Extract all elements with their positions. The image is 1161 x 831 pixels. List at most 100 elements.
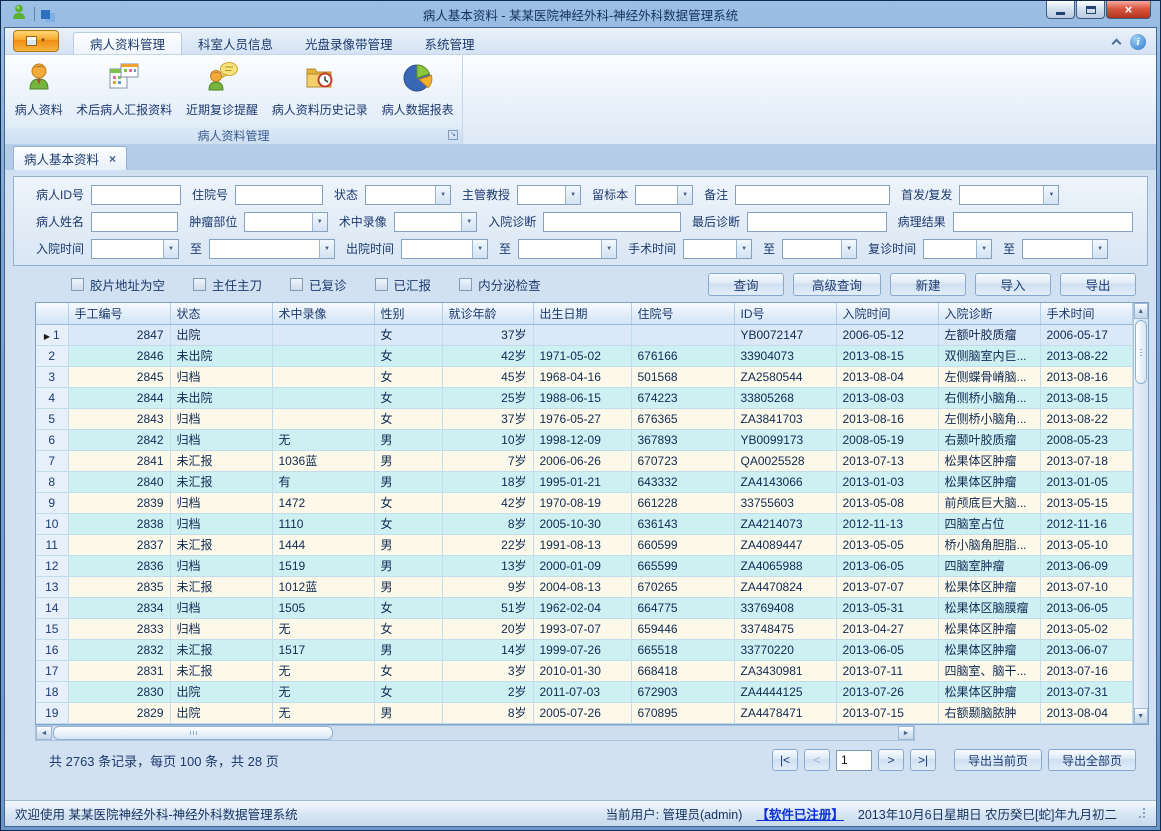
- advanced-query-button[interactable]: 高级查询: [793, 273, 881, 296]
- cell[interactable]: ZA4089447: [734, 534, 836, 555]
- table-row[interactable]: 172831未汇报无女3岁2010-01-30668418ZA343098120…: [36, 660, 1132, 681]
- discharge-date-to-combo[interactable]: ▼: [518, 239, 617, 259]
- cell[interactable]: 18岁: [442, 471, 533, 492]
- scrollbar-track[interactable]: [334, 726, 898, 740]
- cell[interactable]: 2013-05-31: [836, 597, 938, 618]
- cell[interactable]: 2846: [68, 345, 170, 366]
- export-current-page-button[interactable]: 导出当前页: [954, 749, 1042, 771]
- minimize-button[interactable]: [1046, 1, 1075, 19]
- cell[interactable]: 出院: [170, 702, 272, 723]
- ribbon-collapse-icon[interactable]: [1112, 39, 1122, 49]
- cell[interactable]: [272, 408, 374, 429]
- cell[interactable]: 1995-01-21: [533, 471, 631, 492]
- cell[interactable]: 8岁: [442, 513, 533, 534]
- cell[interactable]: 女: [374, 387, 442, 408]
- cell[interactable]: 42岁: [442, 492, 533, 513]
- cell[interactable]: 1517: [272, 639, 374, 660]
- row-indicator[interactable]: 16: [36, 639, 68, 660]
- cell[interactable]: 22岁: [442, 534, 533, 555]
- cell[interactable]: 未汇报: [170, 534, 272, 555]
- first-page-button[interactable]: |<: [772, 749, 798, 771]
- cell[interactable]: 女: [374, 681, 442, 702]
- admission-diagnosis-input[interactable]: [543, 212, 681, 232]
- cell[interactable]: 女: [374, 597, 442, 618]
- cell[interactable]: 前颅底巨大脑...: [938, 492, 1040, 513]
- cell[interactable]: 676166: [631, 345, 734, 366]
- cell[interactable]: 归档: [170, 366, 272, 387]
- cell[interactable]: 男: [374, 639, 442, 660]
- cell[interactable]: 无: [272, 660, 374, 681]
- cell[interactable]: 1519: [272, 555, 374, 576]
- professor-combo[interactable]: ▼: [517, 185, 581, 205]
- cell[interactable]: 665599: [631, 555, 734, 576]
- cell[interactable]: 2010-01-30: [533, 660, 631, 681]
- cell[interactable]: QA0025528: [734, 450, 836, 471]
- cell[interactable]: 2013-08-15: [1040, 387, 1132, 408]
- cell[interactable]: 7岁: [442, 450, 533, 471]
- endocrine-exam-checkbox[interactable]: 内分泌检查: [459, 275, 541, 294]
- pathology-result-input[interactable]: [953, 212, 1133, 232]
- cell[interactable]: 2013-05-10: [1040, 534, 1132, 555]
- cell[interactable]: 33904073: [734, 345, 836, 366]
- surgery-video-combo[interactable]: ▼: [394, 212, 477, 232]
- row-indicator[interactable]: 15: [36, 618, 68, 639]
- last-page-button[interactable]: >|: [910, 749, 936, 771]
- cell[interactable]: 1991-08-13: [533, 534, 631, 555]
- cell[interactable]: 2830: [68, 681, 170, 702]
- ribbon-button-revisit-reminder[interactable]: 近期复诊提醒: [178, 57, 267, 127]
- table-row[interactable]: 112837未汇报1444男22岁1991-08-13660599ZA40894…: [36, 534, 1132, 555]
- cell[interactable]: 2834: [68, 597, 170, 618]
- scrollbar-thumb[interactable]: [1135, 320, 1148, 384]
- table-row[interactable]: 182830出院无女2岁2011-07-03672903ZA4444125201…: [36, 681, 1132, 702]
- cell[interactable]: 2005-07-26: [533, 702, 631, 723]
- cell[interactable]: 无: [272, 702, 374, 723]
- cell[interactable]: ZA3841703: [734, 408, 836, 429]
- cell[interactable]: 女: [374, 324, 442, 345]
- cell[interactable]: 2013-05-08: [836, 492, 938, 513]
- table-row[interactable]: 192829出院无男8岁2005-07-26670895ZA4478471201…: [36, 702, 1132, 723]
- column-header[interactable]: 手术时间: [1040, 303, 1132, 324]
- cell[interactable]: 2012-11-16: [1040, 513, 1132, 534]
- cell[interactable]: ZA4470824: [734, 576, 836, 597]
- column-header[interactable]: 就诊年龄: [442, 303, 533, 324]
- cell[interactable]: 501568: [631, 366, 734, 387]
- table-row[interactable]: 52843归档女37岁1976-05-27676365ZA38417032013…: [36, 408, 1132, 429]
- cell[interactable]: 33770220: [734, 639, 836, 660]
- cell[interactable]: ZA4065988: [734, 555, 836, 576]
- ribbon-tab-disc-video[interactable]: 光盘录像带管理: [289, 32, 409, 54]
- cell[interactable]: 女: [374, 366, 442, 387]
- row-indicator[interactable]: 11: [36, 534, 68, 555]
- row-indicator[interactable]: 3: [36, 366, 68, 387]
- import-button[interactable]: 导入: [975, 273, 1051, 296]
- cell[interactable]: 2012-11-13: [836, 513, 938, 534]
- cell[interactable]: 1970-08-19: [533, 492, 631, 513]
- cell[interactable]: [631, 324, 734, 345]
- cell[interactable]: 2847: [68, 324, 170, 345]
- table-row[interactable]: 12847出院女37岁YB00721472006-05-12左额叶胶质瘤2006…: [36, 324, 1132, 345]
- column-header[interactable]: 出生日期: [533, 303, 631, 324]
- cell[interactable]: YB0072147: [734, 324, 836, 345]
- row-indicator[interactable]: 5: [36, 408, 68, 429]
- cell[interactable]: 2013-08-22: [1040, 408, 1132, 429]
- scroll-right-icon[interactable]: ►: [898, 726, 914, 740]
- cell[interactable]: 出院: [170, 324, 272, 345]
- cell[interactable]: 8岁: [442, 702, 533, 723]
- cell[interactable]: 女: [374, 513, 442, 534]
- scroll-down-icon[interactable]: ▼: [1134, 708, 1149, 724]
- quick-access-icon[interactable]: [41, 10, 50, 19]
- cell[interactable]: 2835: [68, 576, 170, 597]
- table-row[interactable]: 92839归档1472女42岁1970-08-19661228337556032…: [36, 492, 1132, 513]
- cell[interactable]: 2841: [68, 450, 170, 471]
- cell[interactable]: 1998-12-09: [533, 429, 631, 450]
- cell[interactable]: 未出院: [170, 345, 272, 366]
- cell[interactable]: 2013-07-11: [836, 660, 938, 681]
- scrollbar-thumb[interactable]: [53, 726, 333, 740]
- cell[interactable]: 男: [374, 450, 442, 471]
- column-header[interactable]: 手工编号: [68, 303, 170, 324]
- cell[interactable]: 2006-05-12: [836, 324, 938, 345]
- dialog-launcher-icon[interactable]: ↘: [448, 130, 458, 140]
- cell[interactable]: 2013-08-15: [836, 345, 938, 366]
- cell[interactable]: 2013-06-05: [1040, 597, 1132, 618]
- cell[interactable]: 无: [272, 429, 374, 450]
- page-input[interactable]: [836, 750, 872, 771]
